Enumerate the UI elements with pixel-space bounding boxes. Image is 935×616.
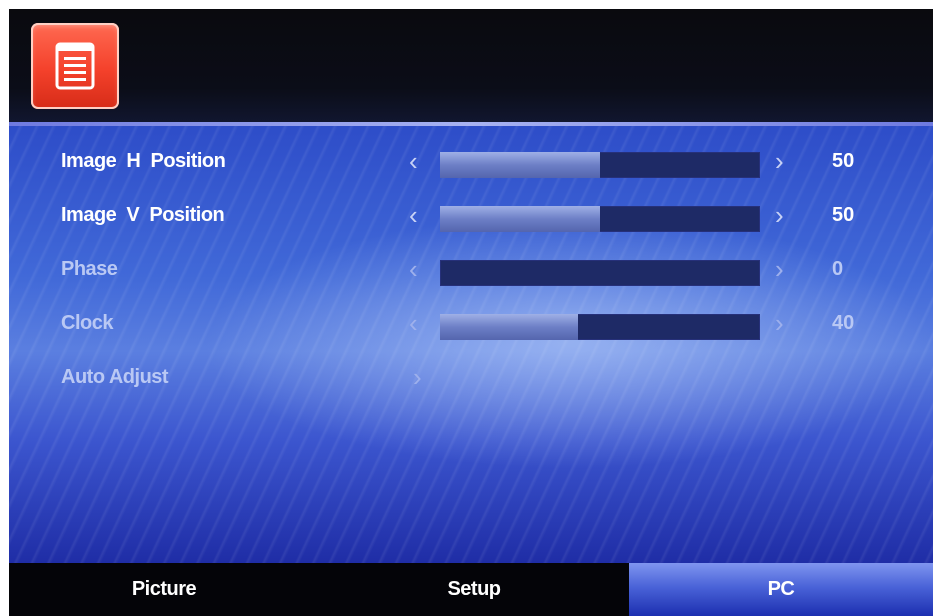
slider-track[interactable] [440, 260, 760, 286]
setting-value: 50 [832, 204, 855, 226]
setting-row-auto-adjust[interactable]: Auto Adjust › [9, 358, 933, 398]
chevron-left-icon[interactable]: ‹ [409, 202, 418, 228]
menu-list-icon [55, 42, 95, 90]
setting-row-phase[interactable]: Phase ‹ › 0 [9, 250, 933, 290]
chevron-right-icon[interactable]: › [775, 148, 784, 174]
setting-value: 0 [832, 258, 844, 280]
tab-setup[interactable]: Setup [319, 563, 629, 616]
setting-value: 50 [832, 150, 855, 172]
slider-fill [440, 206, 600, 232]
screen: Image H Position ‹ › 50 Image V Position… [0, 0, 935, 616]
slider-track[interactable] [440, 152, 760, 178]
slider-fill [440, 152, 600, 178]
setting-label: Image V Position [61, 204, 225, 226]
chevron-left-icon[interactable]: ‹ [409, 148, 418, 174]
chevron-right-icon[interactable]: › [413, 364, 422, 390]
slider-track[interactable] [440, 314, 760, 340]
chevron-right-icon[interactable]: › [775, 202, 784, 228]
tab-picture[interactable]: Picture [9, 563, 319, 616]
settings-area: Image H Position ‹ › 50 Image V Position… [9, 122, 933, 563]
osd-panel: Image H Position ‹ › 50 Image V Position… [9, 9, 933, 616]
osd-header [9, 9, 933, 122]
setting-row-image-v-position[interactable]: Image V Position ‹ › 50 [9, 196, 933, 236]
setting-row-image-h-position[interactable]: Image H Position ‹ › 50 [9, 142, 933, 182]
setting-label: Phase [61, 258, 118, 280]
setting-label: Image H Position [61, 150, 226, 172]
slider-fill [440, 314, 578, 340]
slider-track[interactable] [440, 206, 760, 232]
setting-value: 40 [832, 312, 855, 334]
setting-label: Auto Adjust [61, 366, 169, 388]
chevron-left-icon[interactable]: ‹ [409, 256, 418, 282]
tab-pc[interactable]: PC [629, 563, 933, 616]
setting-label: Clock [61, 312, 113, 334]
tab-bar: Picture Setup PC [9, 563, 933, 616]
chevron-left-icon[interactable]: ‹ [409, 310, 418, 336]
setting-row-clock[interactable]: Clock ‹ › 40 [9, 304, 933, 344]
chevron-right-icon[interactable]: › [775, 256, 784, 282]
menu-button[interactable] [31, 23, 119, 109]
chevron-right-icon[interactable]: › [775, 310, 784, 336]
